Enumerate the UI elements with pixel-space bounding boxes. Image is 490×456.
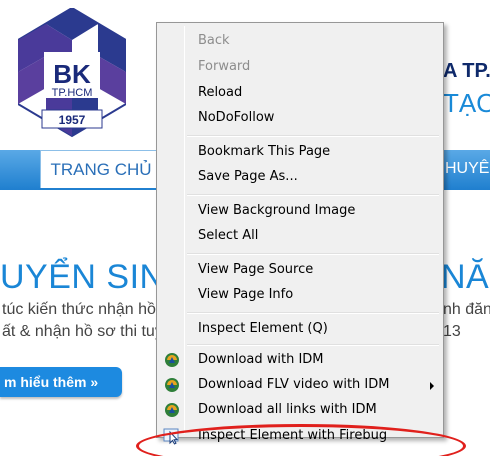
menu-item-download-flv-with-idm[interactable]: Download FLV video with IDM xyxy=(159,374,441,396)
menu-item-inspect-element-label: Inspect Element (Q) xyxy=(198,321,328,336)
menu-item-view-page-source-label: View Page Source xyxy=(198,262,314,277)
menu-item-view-page-source[interactable]: View Page Source xyxy=(159,259,441,281)
bk-university-logo[interactable]: BK TP.HCM 1957 xyxy=(18,8,126,144)
learn-more-label: m hiểu thêm » xyxy=(4,374,99,390)
nav-item-partial[interactable]: HUYÊN xyxy=(445,160,490,178)
idm-icon xyxy=(165,353,179,367)
header-title-line2: TẠO xyxy=(443,88,490,118)
menu-item-select-all-label: Select All xyxy=(198,228,259,243)
menu-item-download-with-idm[interactable]: Download with IDM xyxy=(159,349,441,371)
logo-year: 1957 xyxy=(59,113,86,127)
logo-initials: BK xyxy=(53,59,91,89)
nav-item-home-label: TRANG CHỦ xyxy=(50,160,152,179)
menu-item-download-flv-with-idm-label: Download FLV video with IDM xyxy=(198,377,390,392)
header-title-line1: A TP. xyxy=(443,60,490,82)
idm-icon xyxy=(165,378,179,392)
menu-item-reload[interactable]: Reload xyxy=(159,82,441,104)
menu-item-bookmark-page[interactable]: Bookmark This Page xyxy=(159,141,441,163)
menu-item-download-all-links-with-idm-label: Download all links with IDM xyxy=(198,402,377,417)
menu-item-view-background-image-label: View Background Image xyxy=(198,203,356,218)
menu-item-download-with-idm-label: Download with IDM xyxy=(198,352,324,367)
menu-item-view-page-info[interactable]: View Page Info xyxy=(159,284,441,306)
menu-separator xyxy=(187,253,439,255)
context-menu: Back Forward Reload NoDoFollow Bookmark … xyxy=(156,22,444,445)
submenu-arrow-icon xyxy=(430,382,434,390)
menu-item-back[interactable]: Back xyxy=(159,30,441,52)
banner-text-line1: túc kiến thức nhận hồ xyxy=(2,301,156,318)
menu-item-nodofollow-label: NoDoFollow xyxy=(198,110,275,125)
logo-campus: TP.HCM xyxy=(52,87,93,99)
menu-item-inspect-element[interactable]: Inspect Element (Q) xyxy=(159,318,441,340)
menu-item-back-label: Back xyxy=(198,33,230,48)
menu-item-nodofollow[interactable]: NoDoFollow xyxy=(159,107,441,129)
idm-icon xyxy=(165,403,179,417)
menu-item-save-page-as[interactable]: Save Page As... xyxy=(159,166,441,188)
banner-title-right: NĂI xyxy=(441,258,490,296)
menu-item-download-all-links-with-idm[interactable]: Download all links with IDM xyxy=(159,399,441,421)
menu-separator xyxy=(187,344,439,346)
menu-separator xyxy=(187,312,439,314)
banner-text-line2-right: 13 xyxy=(443,323,461,340)
menu-separator xyxy=(187,135,439,137)
menu-item-save-page-as-label: Save Page As... xyxy=(198,169,298,184)
menu-item-view-page-info-label: View Page Info xyxy=(198,287,294,302)
menu-item-reload-label: Reload xyxy=(198,85,243,100)
menu-item-view-background-image[interactable]: View Background Image xyxy=(159,200,441,222)
menu-item-select-all[interactable]: Select All xyxy=(159,225,441,247)
banner-text-line2: ất & nhận hồ sơ thi tuy xyxy=(2,323,163,340)
menu-item-bookmark-page-label: Bookmark This Page xyxy=(198,144,331,159)
menu-separator xyxy=(187,194,439,196)
learn-more-button[interactable]: m hiểu thêm » xyxy=(0,367,122,397)
menu-item-forward-label: Forward xyxy=(198,59,251,74)
banner-text-line1-right: nh đăng xyxy=(443,301,490,318)
menu-item-forward[interactable]: Forward xyxy=(159,56,441,78)
nav-item-home[interactable]: TRANG CHỦ xyxy=(40,150,162,188)
